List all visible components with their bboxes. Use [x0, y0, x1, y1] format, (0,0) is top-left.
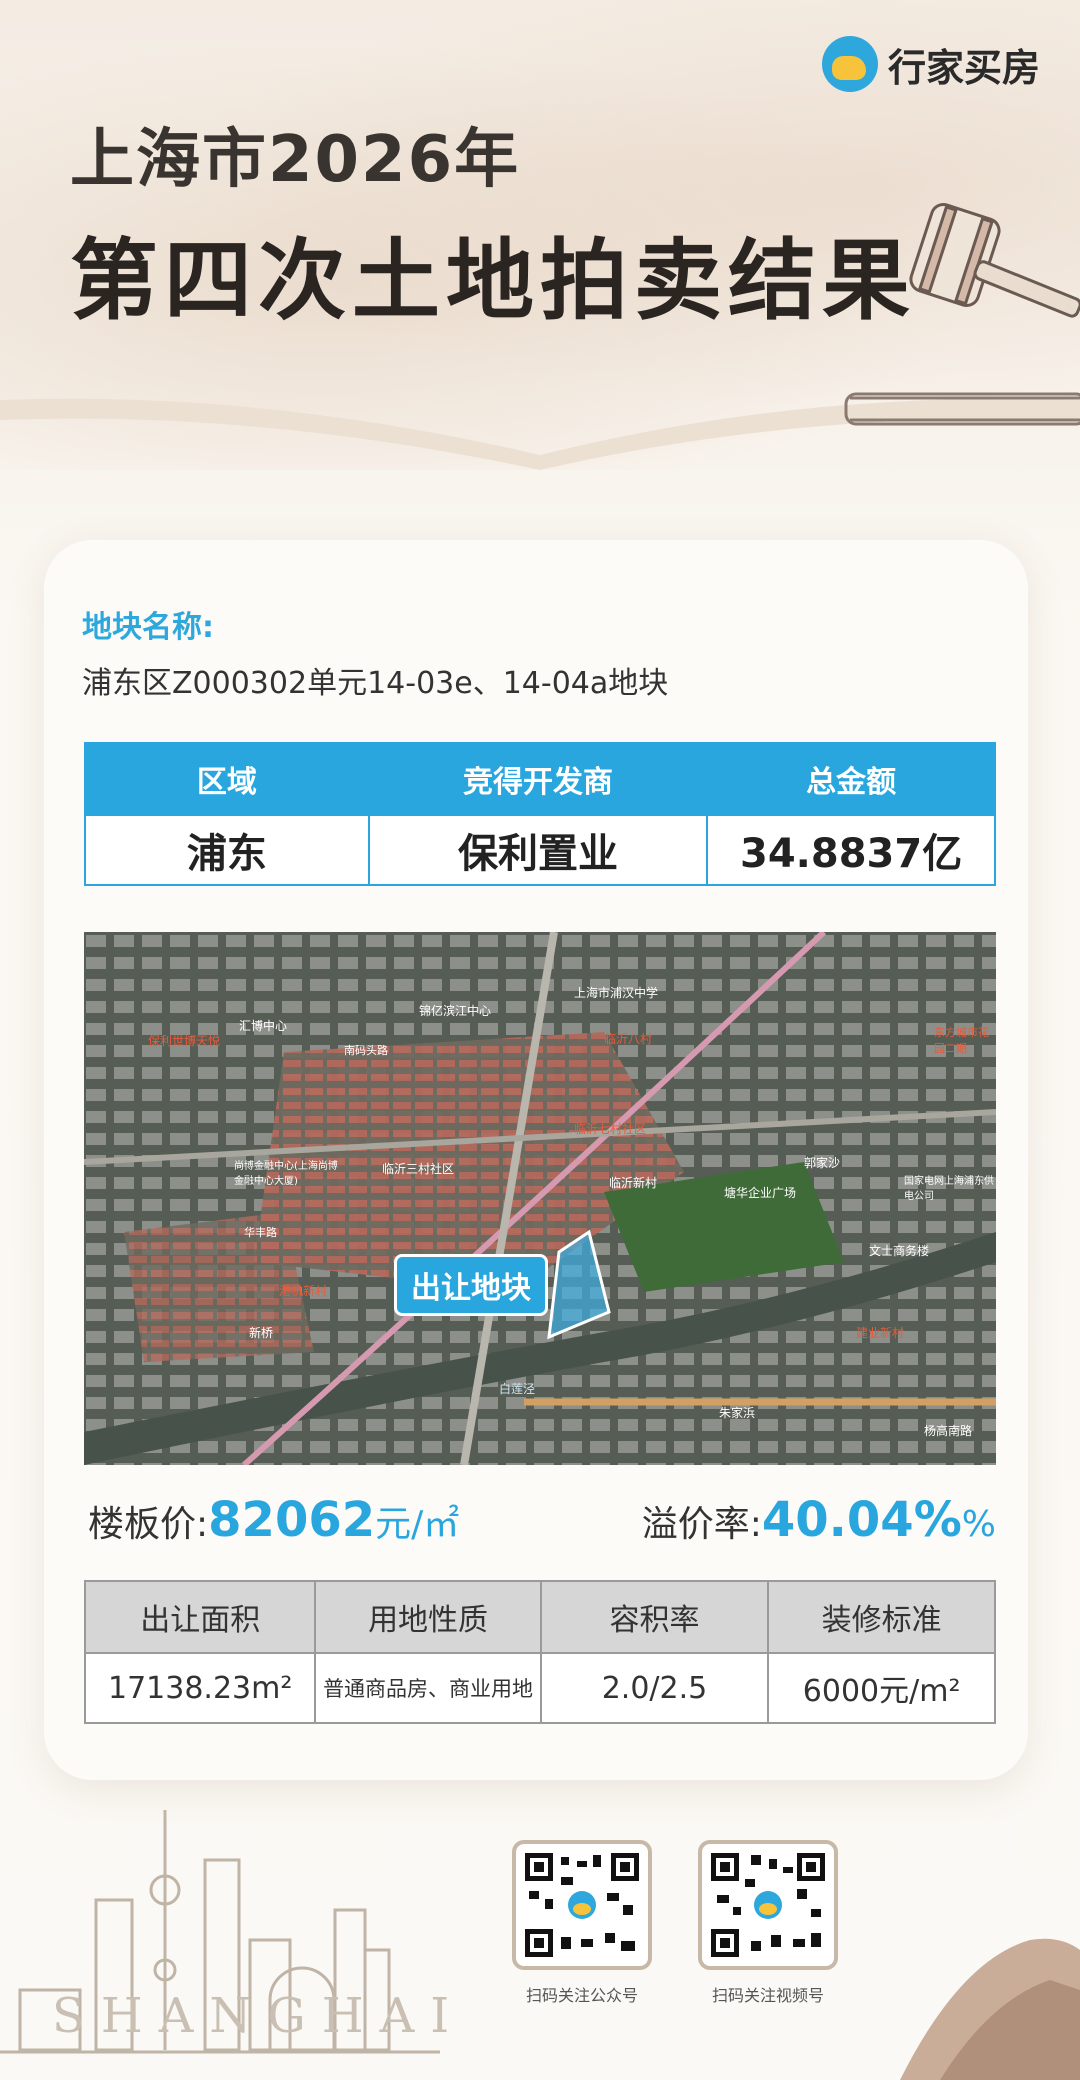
table-header: 用地性质	[314, 1580, 542, 1654]
map-label: 临沂新村	[609, 1176, 658, 1190]
premium-rate: 溢价率:40.04%%	[642, 1492, 996, 1548]
price-row: 楼板价:82062元/㎡ 溢价率:40.04%%	[88, 1492, 996, 1562]
map-label: 杨高南路	[924, 1424, 973, 1438]
table-header: 竞得开发商	[367, 742, 709, 816]
map-label: 郭家沙	[804, 1156, 841, 1170]
table-header: 装修标准	[767, 1580, 996, 1654]
satellite-map[interactable]: 出让地块 上海市浦汉中学 锦亿滨江中心 临沂八村 汇博中心 保利世博天悦 南码头…	[84, 932, 996, 1465]
floor-price-label: 楼板价:	[88, 1504, 209, 1545]
map-label: 尚博金融中心(上海尚博金融中心大厦)	[234, 1161, 338, 1187]
map-label: 文士商务楼	[869, 1244, 930, 1258]
table-cell-developer: 保利置业	[367, 814, 709, 886]
floor-price-unit: 元/㎡	[375, 1504, 460, 1545]
mountain-decoration	[900, 1938, 1080, 2080]
map-label: 南码头路	[344, 1044, 388, 1057]
map-label: 白莲泾	[499, 1382, 536, 1396]
map-label: 锦亿滨江中心	[419, 1004, 492, 1018]
floor-price: 楼板价:82062元/㎡	[88, 1492, 459, 1548]
map-label: 上海市浦汉中学	[574, 986, 659, 1000]
map-label: 建业新村	[856, 1326, 905, 1340]
title-line1: 上海市2026年	[70, 123, 521, 197]
qr-label-official-account: 扫码关注公众号	[525, 1986, 638, 2005]
map-label: 临沂三村社区	[382, 1162, 455, 1176]
city-name: SHANGHAI	[52, 1988, 466, 2044]
brand-name: 行家买房	[887, 45, 1040, 90]
table-header: 区域	[84, 742, 370, 816]
map-callout: 出让地块	[394, 1254, 548, 1316]
gavel-icon	[909, 203, 1080, 318]
premium-rate-unit: %	[961, 1504, 996, 1545]
result-card: 地块名称: 浦东区Z000302单元14-03e、14-04a地块 区域 竞得开…	[44, 540, 1028, 1780]
map-label: 新桥	[249, 1326, 274, 1340]
page-title: 第四次土地拍卖结果	[70, 229, 917, 332]
map-label: 塘华企业广场	[724, 1186, 797, 1200]
map-label: 港机新村	[279, 1284, 328, 1298]
brand[interactable]: 行家买房	[821, 36, 1040, 92]
table-row: 17138.23m² 普通商品房、商业用地 2.0/2.5 6000元/m²	[83, 1652, 996, 1724]
table-header: 容积率	[539, 1580, 770, 1654]
plot-label: 地块名称:	[82, 610, 214, 645]
table-cell-decoration: 6000元/m²	[767, 1652, 996, 1724]
table-header: 出让面积	[83, 1580, 317, 1654]
map-label: 东方城市花园二期	[934, 1026, 989, 1055]
table-cell-total: 34.8837亿	[706, 814, 996, 886]
premium-rate-label: 溢价率:	[641, 1504, 762, 1545]
table-cell-district: 浦东	[84, 814, 370, 886]
table-header-row: 出让面积 用地性质 容积率 装修标准	[83, 1580, 996, 1654]
map-label: 国家电网上海浦东供电公司	[904, 1176, 994, 1202]
qr-label-video-account: 扫码关注视频号	[711, 1986, 824, 2005]
map-label: 汇博中心	[239, 1019, 288, 1033]
map-label: 朱家浜	[719, 1406, 756, 1420]
qr-code-official-account[interactable]	[512, 1840, 652, 1970]
table-cell-land-use: 普通商品房、商业用地	[314, 1652, 542, 1724]
detail-table: 出让面积 用地性质 容积率 装修标准 17138.23m² 普通商品房、商业用地…	[83, 1580, 996, 1724]
floor-price-value: 82062	[208, 1492, 376, 1548]
book-edge	[0, 392, 1080, 470]
qr-code-video-account[interactable]	[698, 1840, 838, 1970]
map-label: 华丰路	[244, 1226, 277, 1239]
map-label: 临沂七村社区	[574, 1122, 647, 1136]
summary-table: 区域 竞得开发商 总金额 浦东 保利置业 34.8837亿	[84, 742, 996, 886]
map-label: 临沂八村	[604, 1032, 653, 1046]
table-cell-area: 17138.23m²	[83, 1652, 317, 1724]
plot-name: 浦东区Z000302单元14-03e、14-04a地块	[82, 666, 669, 701]
table-cell-plot-ratio: 2.0/2.5	[539, 1652, 770, 1724]
table-header: 总金额	[706, 742, 996, 816]
table-row: 浦东 保利置业 34.8837亿	[84, 814, 996, 886]
brand-logo-icon	[821, 36, 878, 92]
premium-rate-value: 40.04%	[761, 1492, 962, 1548]
map-label: 保利世博天悦	[148, 1034, 221, 1048]
table-header-row: 区域 竞得开发商 总金额	[84, 742, 996, 816]
